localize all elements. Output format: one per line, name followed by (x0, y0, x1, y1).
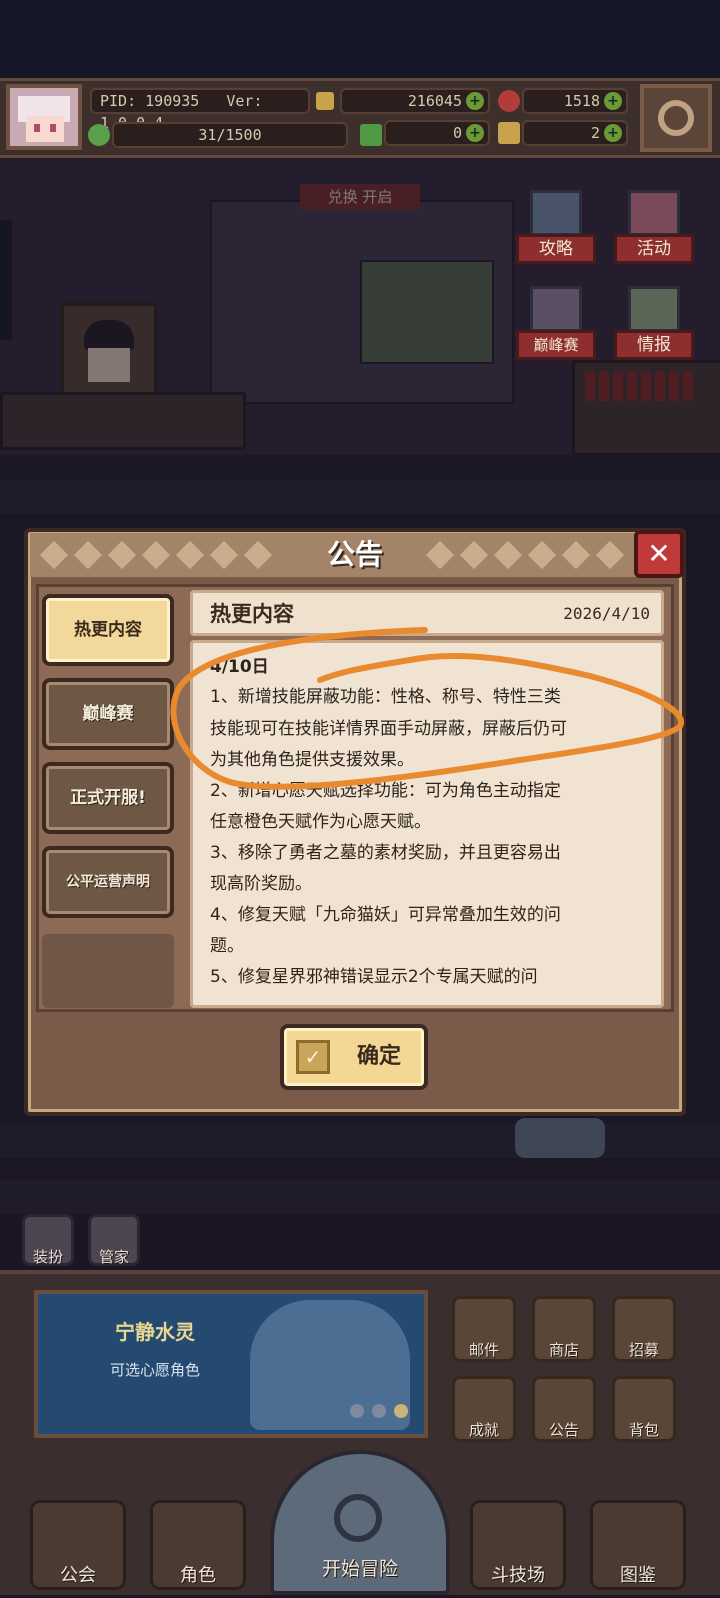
achievements-button[interactable]: 成就 (452, 1376, 516, 1442)
add-gold-icon[interactable]: + (466, 92, 484, 110)
announcement-line: 3、移除了勇者之墓的素材奖励，并且更容易出 (210, 843, 561, 863)
mail-button[interactable]: 邮件 (452, 1296, 516, 1362)
bag-label: 背包 (628, 1421, 659, 1439)
featured-character-subtitle: 可选心愿角色 (109, 1361, 200, 1379)
guide-button[interactable]: 攻略 (516, 190, 596, 272)
carousel-dot-active[interactable] (394, 1404, 408, 1418)
events-label: 活动 (614, 234, 694, 264)
nav-guild[interactable]: 公会 (30, 1500, 126, 1590)
tab-fair-operation-label: 公平运营声明 (66, 874, 150, 890)
stamina-value: 31/1500 (198, 126, 262, 144)
nav-character[interactable]: 角色 (150, 1500, 246, 1590)
nav-arena[interactable]: 斗技场 (470, 1500, 566, 1590)
player-id: PID: 190935 (100, 92, 200, 110)
tab-empty-slot (42, 934, 174, 1008)
bag-button[interactable]: 背包 (612, 1376, 676, 1442)
announcement-line: 4、修复天赋「九命猫妖」可异常叠加生效的问 (210, 905, 561, 925)
stamina-bar: 31/1500 (112, 122, 348, 148)
achievements-label: 成就 (468, 1421, 499, 1439)
confirm-label: 确定 (356, 1044, 401, 1069)
tab-official-launch[interactable]: 正式开服! (42, 762, 174, 834)
intel-button[interactable]: 情报 (614, 286, 694, 368)
dialog-title: 公告 (326, 538, 383, 571)
annotation-circle (170, 627, 684, 790)
peak-contest-label: 巅峰赛 (516, 330, 596, 360)
tab-peak-contest-label: 巅峰赛 (82, 704, 134, 724)
settings-button[interactable] (640, 84, 712, 152)
featured-character-name: 宁静水灵 (115, 1320, 195, 1344)
intel-label: 情报 (614, 330, 694, 360)
carousel-dot[interactable] (350, 1404, 364, 1418)
recruit-label: 招募 (628, 1341, 659, 1359)
add-key-icon[interactable]: + (604, 124, 622, 142)
peak-contest-button[interactable]: 巅峰赛 (516, 286, 596, 368)
close-button[interactable]: ✕ (634, 530, 684, 578)
nav-codex-label: 图鉴 (620, 1565, 656, 1586)
map-icon (628, 286, 680, 332)
tab-hotfix[interactable]: 热更内容 (42, 594, 174, 666)
gem-amount: 1518 (563, 92, 600, 110)
id-version-bar: PID: 190935 Ver: 1.0.0.4 (90, 88, 310, 132)
nav-arena-label: 斗技场 (491, 1565, 545, 1586)
add-gem-icon[interactable]: + (604, 92, 622, 110)
gear-icon (658, 100, 694, 136)
shop-button[interactable]: 商店 (532, 1296, 596, 1362)
crossed-swords-icon (530, 286, 582, 332)
notice-button[interactable]: 公告 (532, 1376, 596, 1442)
nav-character-label: 角色 (180, 1565, 216, 1586)
close-icon: ✕ (647, 537, 671, 570)
butler-label: 管家 (98, 1248, 129, 1266)
confirm-button[interactable]: ✓ 确定 (280, 1024, 428, 1090)
chat-icon (530, 190, 582, 236)
key-icon (498, 122, 520, 144)
guide-label: 攻略 (516, 234, 596, 264)
gem-icon (498, 90, 520, 112)
clover-amount: 0 (452, 124, 462, 142)
avatar-eye (34, 124, 40, 132)
balloon-icon (628, 190, 680, 236)
tab-fair-operation[interactable]: 公平运营声明 (42, 846, 174, 918)
butler-button[interactable]: 管家 (88, 1214, 140, 1266)
avatar-face (26, 116, 64, 142)
dress-up-button[interactable]: 装扮 (22, 1214, 74, 1266)
avatar-eye (50, 124, 56, 132)
checkmark-icon: ✓ (296, 1040, 330, 1074)
tab-peak-contest[interactable]: 巅峰赛 (42, 678, 174, 750)
start-adventure-label: 开始冒险 (321, 1558, 398, 1580)
gold-coin-icon (316, 92, 334, 110)
carousel-dot[interactable] (372, 1404, 386, 1418)
nav-guild-label: 公会 (60, 1565, 96, 1586)
shop-label: 商店 (548, 1341, 579, 1359)
notice-label: 公告 (548, 1421, 579, 1439)
player-avatar[interactable] (6, 84, 82, 150)
recruit-button[interactable]: 招募 (612, 1296, 676, 1362)
status-area (0, 0, 720, 78)
stamina-leaf-icon (88, 124, 110, 146)
gold-amount: 216045 (407, 92, 462, 110)
clover-icon (360, 124, 382, 146)
nav-codex[interactable]: 图鉴 (590, 1500, 686, 1590)
key-amount: 2 (590, 124, 600, 142)
dress-up-label: 装扮 (32, 1248, 63, 1266)
announcement-line: 现高阶奖励。 (210, 874, 312, 894)
announcement-line: 5、修复星界邪神错误显示2个专属天赋的问 (210, 967, 538, 987)
events-button[interactable]: 活动 (614, 190, 694, 272)
add-clover-icon[interactable]: + (466, 124, 484, 142)
tab-official-launch-label: 正式开服! (70, 788, 146, 808)
announcement-line: 任意橙色天赋作为心愿天赋。 (210, 812, 431, 832)
water-spirit-illustration (250, 1300, 410, 1430)
announcement-line: 题。 (210, 936, 244, 956)
magnifier-icon (334, 1494, 382, 1542)
mail-label: 邮件 (468, 1341, 499, 1359)
tab-hotfix-label: 热更内容 (74, 620, 142, 640)
